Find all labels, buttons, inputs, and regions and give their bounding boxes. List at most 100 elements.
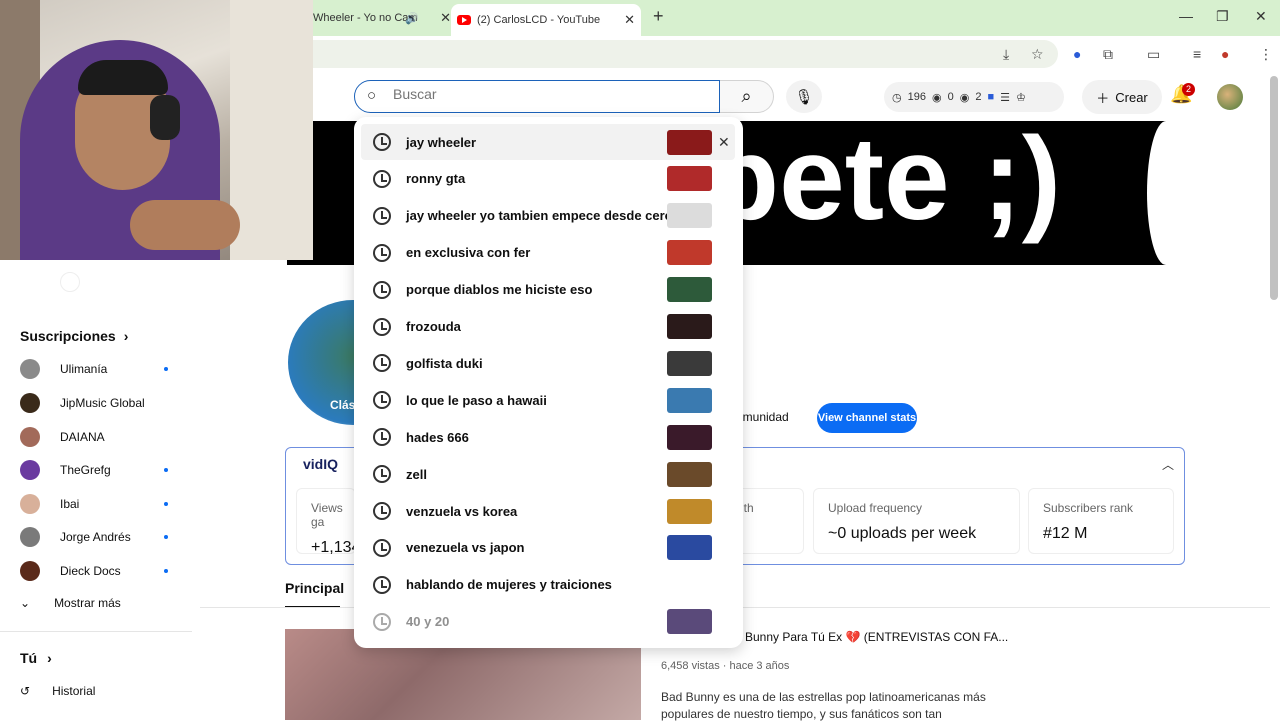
- channel-avatar-icon: [20, 460, 40, 480]
- close-tab-icon[interactable]: ✕: [440, 10, 451, 26]
- history-icon: [373, 391, 391, 410]
- chevron-right-icon: ›: [47, 650, 52, 666]
- sidebar-subscription-item[interactable]: Ibai: [20, 492, 170, 516]
- new-tab-icon[interactable]: +: [653, 6, 664, 27]
- stat-card-views: Views ga +1,134: [296, 488, 360, 556]
- minimize-icon[interactable]: —: [1179, 8, 1193, 24]
- browser-tab-youtube[interactable]: (2) CarlosLCD - YouTube ✕: [451, 4, 641, 36]
- search-suggestion[interactable]: ronny gta: [361, 161, 735, 197]
- list-icon: ☰: [1000, 91, 1010, 104]
- tab-community[interactable]: omunidad: [736, 410, 789, 424]
- close-window-icon[interactable]: ✕: [1255, 8, 1267, 25]
- vidiq-stats-pill[interactable]: ◷ 196 ◉ 0 ◉ 2 ■ ☰ ♔: [884, 82, 1064, 112]
- install-icon[interactable]: ⤓: [1003, 46, 1009, 63]
- suggestion-text: jay wheeler yo tambien empece desde cero: [406, 208, 673, 224]
- clock-icon: ◷: [892, 91, 902, 104]
- omnibox[interactable]: [313, 40, 1058, 68]
- webcam-overlay: [0, 0, 313, 260]
- media-control-icon[interactable]: ≡: [1193, 46, 1201, 62]
- tab-label: Wheeler - Yo no Cam: [313, 12, 418, 24]
- new-content-dot: [164, 535, 168, 539]
- search-suggestion[interactable]: golfista duki: [361, 345, 735, 381]
- cast-icon[interactable]: ▭: [1147, 46, 1160, 63]
- extension-vidiq-icon[interactable]: ●: [1073, 46, 1081, 62]
- suggestion-thumbnail: [667, 535, 712, 561]
- bookmark-star-icon[interactable]: ☆: [1031, 46, 1044, 63]
- browser-menu-icon[interactable]: ⋮: [1259, 46, 1273, 63]
- browser-tab-music[interactable]: Wheeler - Yo no Cam 🔊 ✕: [313, 4, 451, 32]
- history-icon: [373, 280, 391, 299]
- sidebar-subscription-item[interactable]: JipMusic Global: [20, 391, 170, 415]
- sidebar-subscription-item[interactable]: Jorge Andrés: [20, 525, 170, 549]
- search-suggestion[interactable]: venzuela vs korea: [361, 493, 735, 529]
- suggestion-thumbnail: [667, 240, 712, 266]
- search-suggestion[interactable]: porque diablos me hiciste eso: [361, 272, 735, 308]
- sidebar-subscription-item[interactable]: TheGrefg: [20, 458, 170, 482]
- suggestion-text: zell: [406, 466, 427, 482]
- tab-label: (2) CarlosLCD - YouTube: [477, 14, 601, 26]
- suggestion-text: hablando de mujeres y traiciones: [406, 577, 612, 593]
- suggestion-thumbnail: [667, 387, 712, 413]
- subscriptions-heading[interactable]: Suscripciones ›: [20, 328, 128, 344]
- stat-card-label: gth: [737, 501, 754, 515]
- suggestion-text: hades 666: [406, 429, 469, 445]
- search-suggestion[interactable]: zell: [361, 456, 735, 492]
- video-title[interactable]: d Bunny Para Tú Ex 💔 (ENTREVISTAS CON FA…: [735, 630, 1008, 644]
- new-content-dot: [164, 502, 168, 506]
- search-suggestion[interactable]: venezuela vs japon: [361, 530, 735, 566]
- voice-search-button[interactable]: 🎙: [786, 80, 822, 113]
- you-heading[interactable]: Tú ›: [20, 650, 52, 666]
- view-channel-stats-button[interactable]: View channel stats: [817, 403, 917, 433]
- notifications-badge: 2: [1182, 83, 1195, 96]
- microphone-icon: 🎙: [794, 88, 814, 106]
- history-icon: [373, 612, 391, 631]
- search-input[interactable]: [393, 86, 693, 102]
- subscription-label: Jorge Andrés: [60, 530, 131, 544]
- history-icon: [373, 169, 391, 188]
- new-content-dot: [164, 367, 168, 371]
- search-suggestion[interactable]: frozouda: [361, 309, 735, 345]
- suggestion-text: ronny gta: [406, 171, 466, 187]
- history-icon: [373, 206, 391, 225]
- maximize-icon[interactable]: ❐: [1216, 8, 1229, 25]
- suggestion-thumbnail: [667, 609, 712, 635]
- extensions-puzzle-icon[interactable]: ⧉: [1103, 46, 1113, 63]
- show-more-button[interactable]: ⌄ Mostrar más: [20, 596, 121, 610]
- you-label: Tú: [20, 650, 38, 666]
- history-icon: [373, 538, 391, 557]
- stat-card-value: #12 M: [1043, 525, 1088, 542]
- search-suggestion[interactable]: 40 y 20: [361, 604, 735, 640]
- stat-card-label: Upload frequency: [828, 501, 923, 515]
- show-more-label: Mostrar más: [54, 596, 121, 610]
- search-box[interactable]: ○: [354, 80, 720, 113]
- sidebar-item-history[interactable]: ↺ Historial: [20, 684, 95, 698]
- page-scrollbar[interactable]: [1270, 76, 1278, 300]
- search-suggestion[interactable]: hades 666: [361, 419, 735, 455]
- tab-principal[interactable]: Principal: [285, 580, 344, 596]
- stat-eye1: 0: [947, 91, 954, 103]
- search-suggestion[interactable]: jay wheeler ✕: [361, 124, 735, 160]
- suggestion-thumbnail: [667, 277, 712, 303]
- subscription-label: Ibai: [60, 497, 80, 511]
- account-avatar[interactable]: [1217, 84, 1243, 110]
- subscriptions-label: Suscripciones: [20, 328, 116, 344]
- suggestion-text: venezuela vs japon: [406, 540, 525, 556]
- vidiq-icon: ■: [987, 91, 995, 103]
- close-tab-icon[interactable]: ✕: [624, 12, 635, 28]
- channel-avatar-icon: [20, 393, 40, 413]
- search-button[interactable]: ⌕: [720, 80, 774, 113]
- create-button[interactable]: ＋ Crear: [1082, 80, 1162, 114]
- address-bar-row: ⤓ ☆ ● ⧉ ▭ ≡ ● ⋮: [313, 36, 1280, 72]
- stat-eye2: 2: [975, 91, 982, 103]
- sidebar-subscription-item[interactable]: Dieck Docs: [20, 559, 170, 583]
- stat-card-subscribers-rank: Subscribers rank #12 M: [1028, 488, 1174, 554]
- remove-suggestion-icon[interactable]: ✕: [718, 134, 730, 151]
- search-suggestion[interactable]: en exclusiva con fer: [361, 235, 735, 271]
- chevron-up-icon[interactable]: ︿: [1162, 456, 1174, 473]
- search-suggestion[interactable]: hablando de mujeres y traiciones: [361, 567, 735, 603]
- profile-avatar-icon[interactable]: ●: [1221, 46, 1229, 62]
- search-suggestion[interactable]: lo que le paso a hawaii: [361, 382, 735, 418]
- sidebar-subscription-item[interactable]: Ulimanía: [20, 357, 170, 381]
- sidebar-subscription-item[interactable]: DAIANA: [20, 425, 170, 449]
- search-suggestion[interactable]: jay wheeler yo tambien empece desde cero: [361, 198, 735, 234]
